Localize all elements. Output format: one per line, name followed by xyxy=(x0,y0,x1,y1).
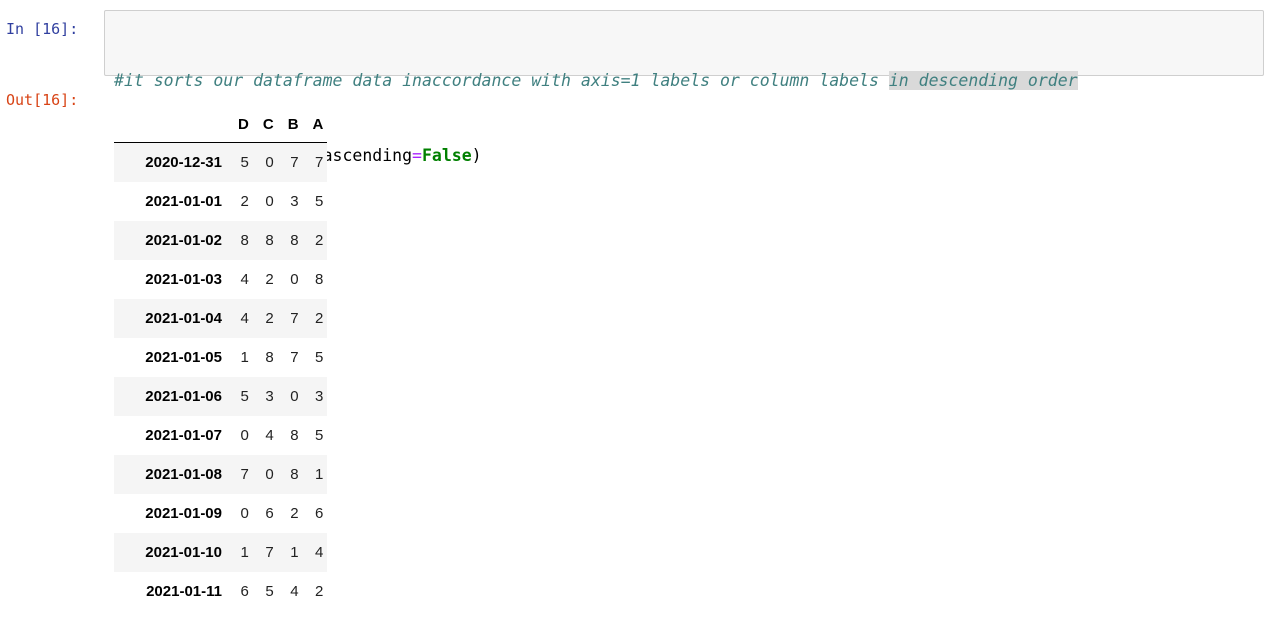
table-cell: 1 xyxy=(240,544,249,561)
table-row: 2021-01-03 4 2 0 8 xyxy=(114,260,328,299)
row-index: 2021-01-09 xyxy=(145,505,222,522)
row-index: 2021-01-06 xyxy=(145,388,222,405)
table-row: 2021-01-08 7 0 8 1 xyxy=(114,455,328,494)
table-cell: 0 xyxy=(265,466,274,483)
table-corner xyxy=(114,106,228,143)
code-comment: #it sorts our dataframe data inaccordanc… xyxy=(114,71,889,90)
table-cell: 0 xyxy=(265,154,274,171)
input-prompt: In [16]: xyxy=(6,20,79,38)
table-cell: 5 xyxy=(315,427,324,444)
output-area: D C B A 2020-12-31 5 0 7 7 2021-01-01 2 … xyxy=(114,106,328,611)
table-cell: 8 xyxy=(265,349,274,366)
table-cell: 3 xyxy=(290,193,299,210)
code-comment-selection: in descending order xyxy=(888,71,1078,90)
table-cell: 7 xyxy=(290,154,299,171)
table-cell: 4 xyxy=(240,271,249,288)
code-token: ) xyxy=(471,146,482,165)
table-cell: 8 xyxy=(290,232,299,249)
table-cell: 5 xyxy=(240,388,249,405)
table-cell: 7 xyxy=(290,310,299,327)
table-header-row: D C B A xyxy=(114,106,328,143)
table-cell: 2 xyxy=(315,310,324,327)
table-cell: 8 xyxy=(290,466,299,483)
row-index: 2021-01-04 xyxy=(145,310,222,327)
table-row: 2021-01-07 0 4 8 5 xyxy=(114,416,328,455)
row-index: 2021-01-08 xyxy=(145,466,222,483)
table-cell: 7 xyxy=(240,466,249,483)
table-cell: 5 xyxy=(265,583,274,600)
row-index: 2021-01-02 xyxy=(145,232,222,249)
column-header: D xyxy=(228,106,253,143)
table-cell: 2 xyxy=(265,310,274,327)
row-index: 2021-01-10 xyxy=(145,544,222,561)
table-cell: 5 xyxy=(315,349,324,366)
table-cell: 5 xyxy=(315,193,324,210)
table-row: 2021-01-10 1 7 1 4 xyxy=(114,533,328,572)
code-operator: = xyxy=(412,146,422,165)
code-line-comment: #it sorts our dataframe data inaccordanc… xyxy=(114,68,1263,93)
table-cell: 0 xyxy=(265,193,274,210)
table-cell: 8 xyxy=(290,427,299,444)
code-token: ,ascending xyxy=(312,146,413,165)
column-header: C xyxy=(252,106,278,143)
table-row: 2021-01-05 1 8 7 5 xyxy=(114,338,328,377)
table-cell: 6 xyxy=(315,505,324,522)
table-row: 2021-01-11 6 5 4 2 xyxy=(114,572,328,611)
row-index: 2021-01-07 xyxy=(145,427,222,444)
table-cell: 7 xyxy=(265,544,274,561)
table-cell: 2 xyxy=(240,193,249,210)
row-index: 2021-01-01 xyxy=(145,193,222,210)
table-cell: 0 xyxy=(240,505,249,522)
table-cell: 4 xyxy=(240,310,249,327)
output-prompt: Out[16]: xyxy=(6,91,79,109)
table-row: 2021-01-04 4 2 7 2 xyxy=(114,299,328,338)
code-keyword: False xyxy=(421,146,472,165)
table-cell: 8 xyxy=(315,271,324,288)
table-cell: 0 xyxy=(240,427,249,444)
table-cell: 6 xyxy=(240,583,249,600)
table-cell: 1 xyxy=(315,466,324,483)
table-cell: 6 xyxy=(265,505,274,522)
table-row: 2020-12-31 5 0 7 7 xyxy=(114,142,328,182)
table-cell: 1 xyxy=(290,544,299,561)
table-cell: 3 xyxy=(265,388,274,405)
table-cell: 1 xyxy=(240,349,249,366)
table-cell: 4 xyxy=(315,544,324,561)
table-cell: 5 xyxy=(240,154,249,171)
table-cell: 4 xyxy=(290,583,299,600)
table-cell: 2 xyxy=(315,232,324,249)
table-cell: 3 xyxy=(315,388,324,405)
table-cell: 8 xyxy=(240,232,249,249)
row-index: 2021-01-05 xyxy=(145,349,222,366)
table-cell: 2 xyxy=(290,505,299,522)
table-cell: 0 xyxy=(290,271,299,288)
input-cell[interactable]: In [16]: #it sorts our dataframe data in… xyxy=(0,10,1270,165)
table-row: 2021-01-01 2 0 3 5 xyxy=(114,182,328,221)
code-editor[interactable]: #it sorts our dataframe data inaccordanc… xyxy=(104,10,1264,165)
dataframe-table: D C B A 2020-12-31 5 0 7 7 2021-01-01 2 … xyxy=(114,106,328,611)
column-header: B xyxy=(277,106,303,143)
table-cell: 2 xyxy=(265,271,274,288)
table-cell: 8 xyxy=(265,232,274,249)
table-cell: 4 xyxy=(265,427,274,444)
table-cell: 0 xyxy=(290,388,299,405)
column-header: A xyxy=(302,106,328,143)
table-row: 2021-01-09 0 6 2 6 xyxy=(114,494,328,533)
row-index: 2021-01-11 xyxy=(146,583,222,600)
row-index: 2021-01-03 xyxy=(145,271,222,288)
table-cell: 7 xyxy=(290,349,299,366)
table-row: 2021-01-06 5 3 0 3 xyxy=(114,377,328,416)
table-cell: 2 xyxy=(315,583,324,600)
row-index: 2020-12-31 xyxy=(145,154,222,171)
table-cell: 7 xyxy=(315,154,324,171)
table-row: 2021-01-02 8 8 8 2 xyxy=(114,221,328,260)
